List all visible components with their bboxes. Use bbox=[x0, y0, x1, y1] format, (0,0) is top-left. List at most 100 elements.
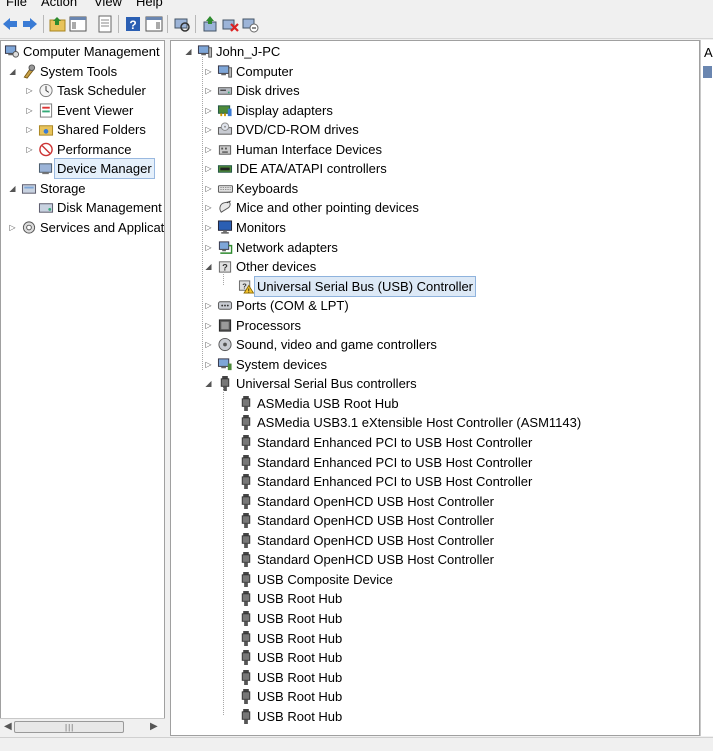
console-tree-item-system-tools[interactable]: ◢ System Tools bbox=[1, 62, 164, 81]
scan-hardware-icon[interactable] bbox=[173, 15, 191, 33]
device-category-universal-serial-bus-controllers[interactable]: ◢ Universal Serial Bus controllers bbox=[171, 374, 699, 393]
update-driver-icon[interactable] bbox=[201, 15, 219, 33]
device-tree-root[interactable]: ◢ John_J-PC bbox=[171, 42, 699, 61]
expand-arrow-icon[interactable]: ▷ bbox=[204, 316, 213, 335]
device-item[interactable]: Standard Enhanced PCI to USB Host Contro… bbox=[171, 433, 699, 452]
device-item[interactable]: ASMedia USB3.1 eXtensible Host Controlle… bbox=[171, 413, 699, 432]
menu-file[interactable]: File bbox=[6, 0, 27, 9]
device-category-other-devices[interactable]: ◢? Other devices bbox=[171, 257, 699, 276]
expand-arrow-icon[interactable]: ▷ bbox=[204, 101, 213, 120]
device-category-human-interface-devices[interactable]: ▷ Human Interface Devices bbox=[171, 140, 699, 159]
console-tree-item-task-scheduler[interactable]: ▷ Task Scheduler bbox=[1, 81, 164, 100]
console-tree-item-storage[interactable]: ◢ Storage bbox=[1, 179, 164, 198]
expand-arrow-icon[interactable]: ▷ bbox=[8, 218, 17, 237]
expand-arrow-icon[interactable]: ▷ bbox=[204, 140, 213, 159]
device-item[interactable]: ?! Universal Serial Bus (USB) Controller bbox=[171, 275, 699, 297]
device-item[interactable]: USB Root Hub bbox=[171, 648, 699, 667]
device-item-label: USB Root Hub bbox=[257, 630, 343, 646]
device-item[interactable]: USB Root Hub bbox=[171, 668, 699, 687]
expand-arrow-icon[interactable]: ▷ bbox=[204, 238, 213, 257]
usb-icon bbox=[238, 513, 254, 529]
device-category-network-adapters[interactable]: ▷ Network adapters bbox=[171, 238, 699, 257]
device-item[interactable]: Standard OpenHCD USB Host Controller bbox=[171, 550, 699, 569]
console-tree-horizontal-scrollbar[interactable]: ◀ ||| ▶ bbox=[0, 718, 165, 736]
device-item[interactable]: USB Composite Device bbox=[171, 570, 699, 589]
expand-arrow-icon[interactable]: ▷ bbox=[25, 140, 34, 159]
device-item[interactable]: Standard OpenHCD USB Host Controller bbox=[171, 492, 699, 511]
menu-help[interactable]: Help bbox=[136, 0, 163, 9]
expand-arrow-icon[interactable]: ▷ bbox=[25, 101, 34, 120]
device-item[interactable]: USB Root Hub bbox=[171, 609, 699, 628]
unknown-device-icon: ? bbox=[217, 259, 233, 274]
console-tree-item-shared-folders[interactable]: ▷ Shared Folders bbox=[1, 120, 164, 139]
scroll-right-icon[interactable]: ▶ bbox=[150, 721, 158, 732]
up-folder-icon[interactable] bbox=[49, 15, 67, 33]
collapse-arrow-icon[interactable]: ◢ bbox=[204, 257, 213, 276]
collapse-arrow-icon[interactable]: ◢ bbox=[8, 179, 17, 198]
device-category-ports-com-lpt[interactable]: ▷ Ports (COM & LPT) bbox=[171, 296, 699, 315]
expand-arrow-icon[interactable]: ▷ bbox=[204, 355, 213, 374]
expand-arrow-icon[interactable]: ▷ bbox=[204, 120, 213, 139]
console-tree-item-services-and-applications-label: Services and Applications bbox=[40, 219, 165, 235]
device-item[interactable]: Standard OpenHCD USB Host Controller bbox=[171, 531, 699, 550]
show-hide-console-tree-icon[interactable] bbox=[69, 15, 87, 33]
console-tree-item-disk-management[interactable]: Disk Management bbox=[1, 198, 164, 217]
expand-arrow-icon[interactable]: ▷ bbox=[204, 218, 213, 237]
device-category-mice-and-other-pointing-devices[interactable]: ▷ Mice and other pointing devices bbox=[171, 198, 699, 217]
device-category-disk-drives[interactable]: ▷ Disk drives bbox=[171, 81, 699, 100]
device-item[interactable]: Standard OpenHCD USB Host Controller bbox=[171, 511, 699, 530]
device-category-system-devices[interactable]: ▷ System devices bbox=[171, 355, 699, 374]
device-category-monitors[interactable]: ▷ Monitors bbox=[171, 218, 699, 237]
console-tree-item-performance[interactable]: ▷ Performance bbox=[1, 140, 164, 159]
actions-pane[interactable]: A bbox=[700, 40, 713, 736]
help-icon[interactable]: ? bbox=[124, 15, 142, 33]
device-category-ide-ata-atapi-controllers[interactable]: ▷ IDE ATA/ATAPI controllers bbox=[171, 159, 699, 178]
device-category-keyboards[interactable]: ▷ Keyboards bbox=[171, 179, 699, 198]
expand-arrow-icon[interactable]: ▷ bbox=[204, 198, 213, 217]
back-arrow-icon[interactable] bbox=[1, 15, 19, 33]
device-item[interactable]: USB Root Hub bbox=[171, 589, 699, 608]
expand-arrow-icon[interactable]: ▷ bbox=[204, 159, 213, 178]
device-category-processors[interactable]: ▷ Processors bbox=[171, 316, 699, 335]
device-tree-pane[interactable]: ◢ John_J-PC ▷ Computer ▷ Disk drives ▷ Display … bbox=[170, 40, 700, 736]
show-action-pane-icon[interactable] bbox=[145, 15, 163, 33]
forward-arrow-icon[interactable] bbox=[21, 15, 39, 33]
device-item[interactable]: Standard Enhanced PCI to USB Host Contro… bbox=[171, 453, 699, 472]
device-item-label: ASMedia USB Root Hub bbox=[257, 395, 399, 411]
menu-action[interactable]: Action bbox=[41, 0, 77, 9]
expand-arrow-icon[interactable]: ▷ bbox=[204, 335, 213, 354]
mouse-icon bbox=[217, 200, 233, 215]
device-category-display-adapters[interactable]: ▷ Display adapters bbox=[171, 101, 699, 120]
usb-icon bbox=[238, 552, 254, 568]
expand-arrow-icon[interactable]: ▷ bbox=[204, 62, 213, 81]
device-category-sound-video-and-game-controllers[interactable]: ▷ Sound, video and game controllers bbox=[171, 335, 699, 354]
disable-device-icon[interactable] bbox=[241, 15, 259, 33]
scroll-left-icon[interactable]: ◀ bbox=[4, 721, 12, 732]
menu-view[interactable]: View bbox=[94, 0, 122, 9]
collapse-arrow-icon[interactable]: ◢ bbox=[184, 42, 193, 61]
device-category-dvd-cd-rom-drives[interactable]: ▷ DVD/CD-ROM drives bbox=[171, 120, 699, 139]
device-item-label: ASMedia USB3.1 eXtensible Host Controlle… bbox=[257, 415, 582, 431]
uninstall-icon[interactable] bbox=[221, 15, 239, 33]
device-item[interactable]: Standard Enhanced PCI to USB Host Contro… bbox=[171, 472, 699, 491]
device-category-computer[interactable]: ▷ Computer bbox=[171, 62, 699, 81]
device-item[interactable]: USB Root Hub bbox=[171, 687, 699, 706]
expand-arrow-icon[interactable]: ▷ bbox=[25, 120, 34, 139]
console-tree-item-services-and-applications[interactable]: ▷ Services and Applications bbox=[1, 218, 164, 237]
expand-arrow-icon[interactable]: ▷ bbox=[204, 296, 213, 315]
console-tree-item-computer-management[interactable]: Computer Management bbox=[1, 42, 164, 61]
console-tree-pane[interactable]: Computer Management ◢ System Tools ▷ Task Sc… bbox=[0, 40, 165, 736]
console-tree-item-event-viewer[interactable]: ▷ Event Viewer bbox=[1, 101, 164, 120]
device-item[interactable]: USB Root Hub bbox=[171, 629, 699, 648]
expand-arrow-icon[interactable]: ▷ bbox=[204, 81, 213, 100]
collapse-arrow-icon[interactable]: ◢ bbox=[204, 374, 213, 393]
console-tree-item-device-manager[interactable]: Device Manager bbox=[1, 158, 164, 179]
menu-bar: File Action View Help bbox=[0, 0, 713, 10]
collapse-arrow-icon[interactable]: ◢ bbox=[8, 62, 17, 81]
properties-icon[interactable] bbox=[96, 15, 114, 33]
device-item[interactable]: ASMedia USB Root Hub bbox=[171, 394, 699, 413]
expand-arrow-icon[interactable]: ▷ bbox=[25, 81, 34, 100]
expand-arrow-icon[interactable]: ▷ bbox=[204, 179, 213, 198]
device-item[interactable]: USB Root Hub bbox=[171, 707, 699, 726]
scroll-thumb[interactable]: ||| bbox=[14, 721, 124, 733]
